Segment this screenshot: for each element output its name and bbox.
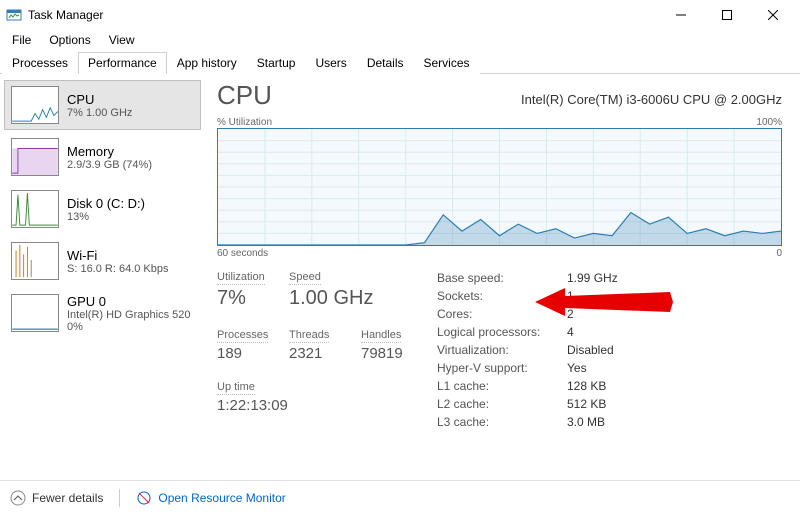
sidebar-wifi-sub: S: 16.0 R: 64.0 Kbps [67, 263, 169, 275]
disk-thumb-icon [11, 190, 59, 228]
menubar: File Options View [0, 30, 800, 50]
cpu-utilization-graph[interactable] [217, 128, 782, 246]
cpu-spec-value: 128 KB [567, 379, 606, 393]
sidebar-gpu-sub: Intel(R) HD Graphics 520 0% [67, 309, 191, 333]
sidebar-item-memory[interactable]: Memory 2.9/3.9 GB (74%) [4, 132, 201, 182]
cpu-spec-value: Yes [567, 361, 587, 375]
resource-monitor-icon [136, 490, 152, 506]
utilization-label: Utilization [217, 271, 265, 285]
window-controls [658, 0, 796, 30]
tab-processes[interactable]: Processes [2, 52, 78, 74]
cpu-spec-value: 2 [567, 307, 574, 321]
cpu-live-stats: Utilization 7% Speed 1.00 GHz Processes … [217, 269, 437, 431]
sidebar-cpu-title: CPU [67, 92, 132, 107]
titlebar: Task Manager [0, 0, 800, 30]
graph-label-br: 0 [776, 248, 782, 259]
cpu-spec-value: 512 KB [567, 397, 606, 411]
sidebar-mem-title: Memory [67, 144, 152, 159]
cpu-spec-key: Logical processors: [437, 325, 567, 339]
sidebar-gpu-title: GPU 0 [67, 294, 191, 309]
sidebar-item-wifi[interactable]: Wi-Fi S: 16.0 R: 64.0 Kbps [4, 236, 201, 286]
cpu-spec-value: 1 [567, 289, 574, 303]
handles-value: 79819 [361, 345, 433, 362]
cpu-spec-key: Sockets: [437, 289, 567, 303]
cpu-spec-key: Virtualization: [437, 343, 567, 357]
cpu-spec-row: L1 cache:128 KB [437, 377, 782, 395]
processes-label: Processes [217, 329, 268, 343]
graph-label-tr: 100% [756, 117, 782, 128]
cpu-spec-value: 1.99 GHz [567, 271, 618, 285]
cpu-spec-key: L2 cache: [437, 397, 567, 411]
cpu-spec-value: Disabled [567, 343, 614, 357]
uptime-label: Up time [217, 381, 255, 395]
memory-thumb-icon [11, 138, 59, 176]
tab-strip: Processes Performance App history Startu… [0, 50, 800, 74]
cpu-spec-row: L2 cache:512 KB [437, 395, 782, 413]
window-title: Task Manager [28, 8, 103, 22]
app-icon [6, 7, 22, 23]
cpu-spec-row: L3 cache:3.0 MB [437, 413, 782, 431]
threads-value: 2321 [289, 345, 361, 362]
cpu-spec-row: Hyper-V support:Yes [437, 359, 782, 377]
uptime-value: 1:22:13:09 [217, 397, 417, 414]
close-button[interactable] [750, 0, 796, 30]
task-manager-window: Task Manager File Options View Processes… [0, 0, 800, 514]
cpu-thumb-icon [11, 86, 59, 124]
cpu-spec-key: L3 cache: [437, 415, 567, 429]
maximize-button[interactable] [704, 0, 750, 30]
cpu-spec-key: L1 cache: [437, 379, 567, 393]
tab-app-history[interactable]: App history [167, 52, 247, 74]
sidebar-disk-sub: 13% [67, 211, 145, 223]
tab-startup[interactable]: Startup [247, 52, 306, 74]
sidebar-mem-sub: 2.9/3.9 GB (74%) [67, 159, 152, 171]
perf-main-panel: CPU Intel(R) Core(TM) i3-6006U CPU @ 2.0… [205, 74, 800, 480]
cpu-spec-value: 3.0 MB [567, 415, 605, 429]
graph-label-bl: 60 seconds [217, 248, 268, 259]
handles-label: Handles [361, 329, 401, 343]
tab-performance[interactable]: Performance [78, 52, 167, 74]
wifi-thumb-icon [11, 242, 59, 280]
gpu-thumb-icon [11, 294, 59, 332]
cpu-spec-value: 4 [567, 325, 574, 339]
cpu-spec-row: Logical processors:4 [437, 323, 782, 341]
footer-bar: Fewer details Open Resource Monitor [0, 480, 800, 514]
perf-sidebar: CPU 7% 1.00 GHz Memory 2.9/3.9 GB (74%) [0, 74, 205, 480]
menu-options[interactable]: Options [41, 31, 98, 49]
tab-users[interactable]: Users [305, 52, 356, 74]
open-resource-monitor-label: Open Resource Monitor [158, 491, 285, 505]
processes-value: 189 [217, 345, 289, 362]
cpu-spec-key: Base speed: [437, 271, 567, 285]
graph-label-tl: % Utilization [217, 117, 272, 128]
sidebar-disk-title: Disk 0 (C: D:) [67, 196, 145, 211]
speed-value: 1.00 GHz [289, 287, 419, 310]
cpu-spec-row: Virtualization:Disabled [437, 341, 782, 359]
cpu-model-name: Intel(R) Core(TM) i3-6006U CPU @ 2.00GHz [521, 92, 782, 107]
fewer-details-label: Fewer details [32, 491, 103, 505]
chevron-up-circle-icon [10, 490, 26, 506]
sidebar-item-disk[interactable]: Disk 0 (C: D:) 13% [4, 184, 201, 234]
cpu-spec-row: Sockets:1 [437, 287, 782, 305]
tab-services[interactable]: Services [414, 52, 480, 74]
threads-label: Threads [289, 329, 329, 343]
footer-separator [119, 489, 120, 507]
open-resource-monitor-link[interactable]: Open Resource Monitor [136, 490, 285, 506]
speed-label: Speed [289, 271, 321, 285]
sidebar-wifi-title: Wi-Fi [67, 248, 169, 263]
utilization-value: 7% [217, 287, 289, 310]
menu-view[interactable]: View [101, 31, 143, 49]
cpu-static-stats: Base speed:1.99 GHzSockets:1Cores:2Logic… [437, 269, 782, 431]
sidebar-cpu-sub: 7% 1.00 GHz [67, 107, 132, 119]
cpu-spec-row: Base speed:1.99 GHz [437, 269, 782, 287]
cpu-spec-row: Cores:2 [437, 305, 782, 323]
fewer-details-button[interactable]: Fewer details [10, 490, 103, 506]
menu-file[interactable]: File [4, 31, 39, 49]
tab-details[interactable]: Details [357, 52, 414, 74]
cpu-spec-key: Hyper-V support: [437, 361, 567, 375]
minimize-button[interactable] [658, 0, 704, 30]
page-title: CPU [217, 80, 272, 111]
cpu-spec-key: Cores: [437, 307, 567, 321]
sidebar-item-cpu[interactable]: CPU 7% 1.00 GHz [4, 80, 201, 130]
sidebar-item-gpu[interactable]: GPU 0 Intel(R) HD Graphics 520 0% [4, 288, 201, 338]
